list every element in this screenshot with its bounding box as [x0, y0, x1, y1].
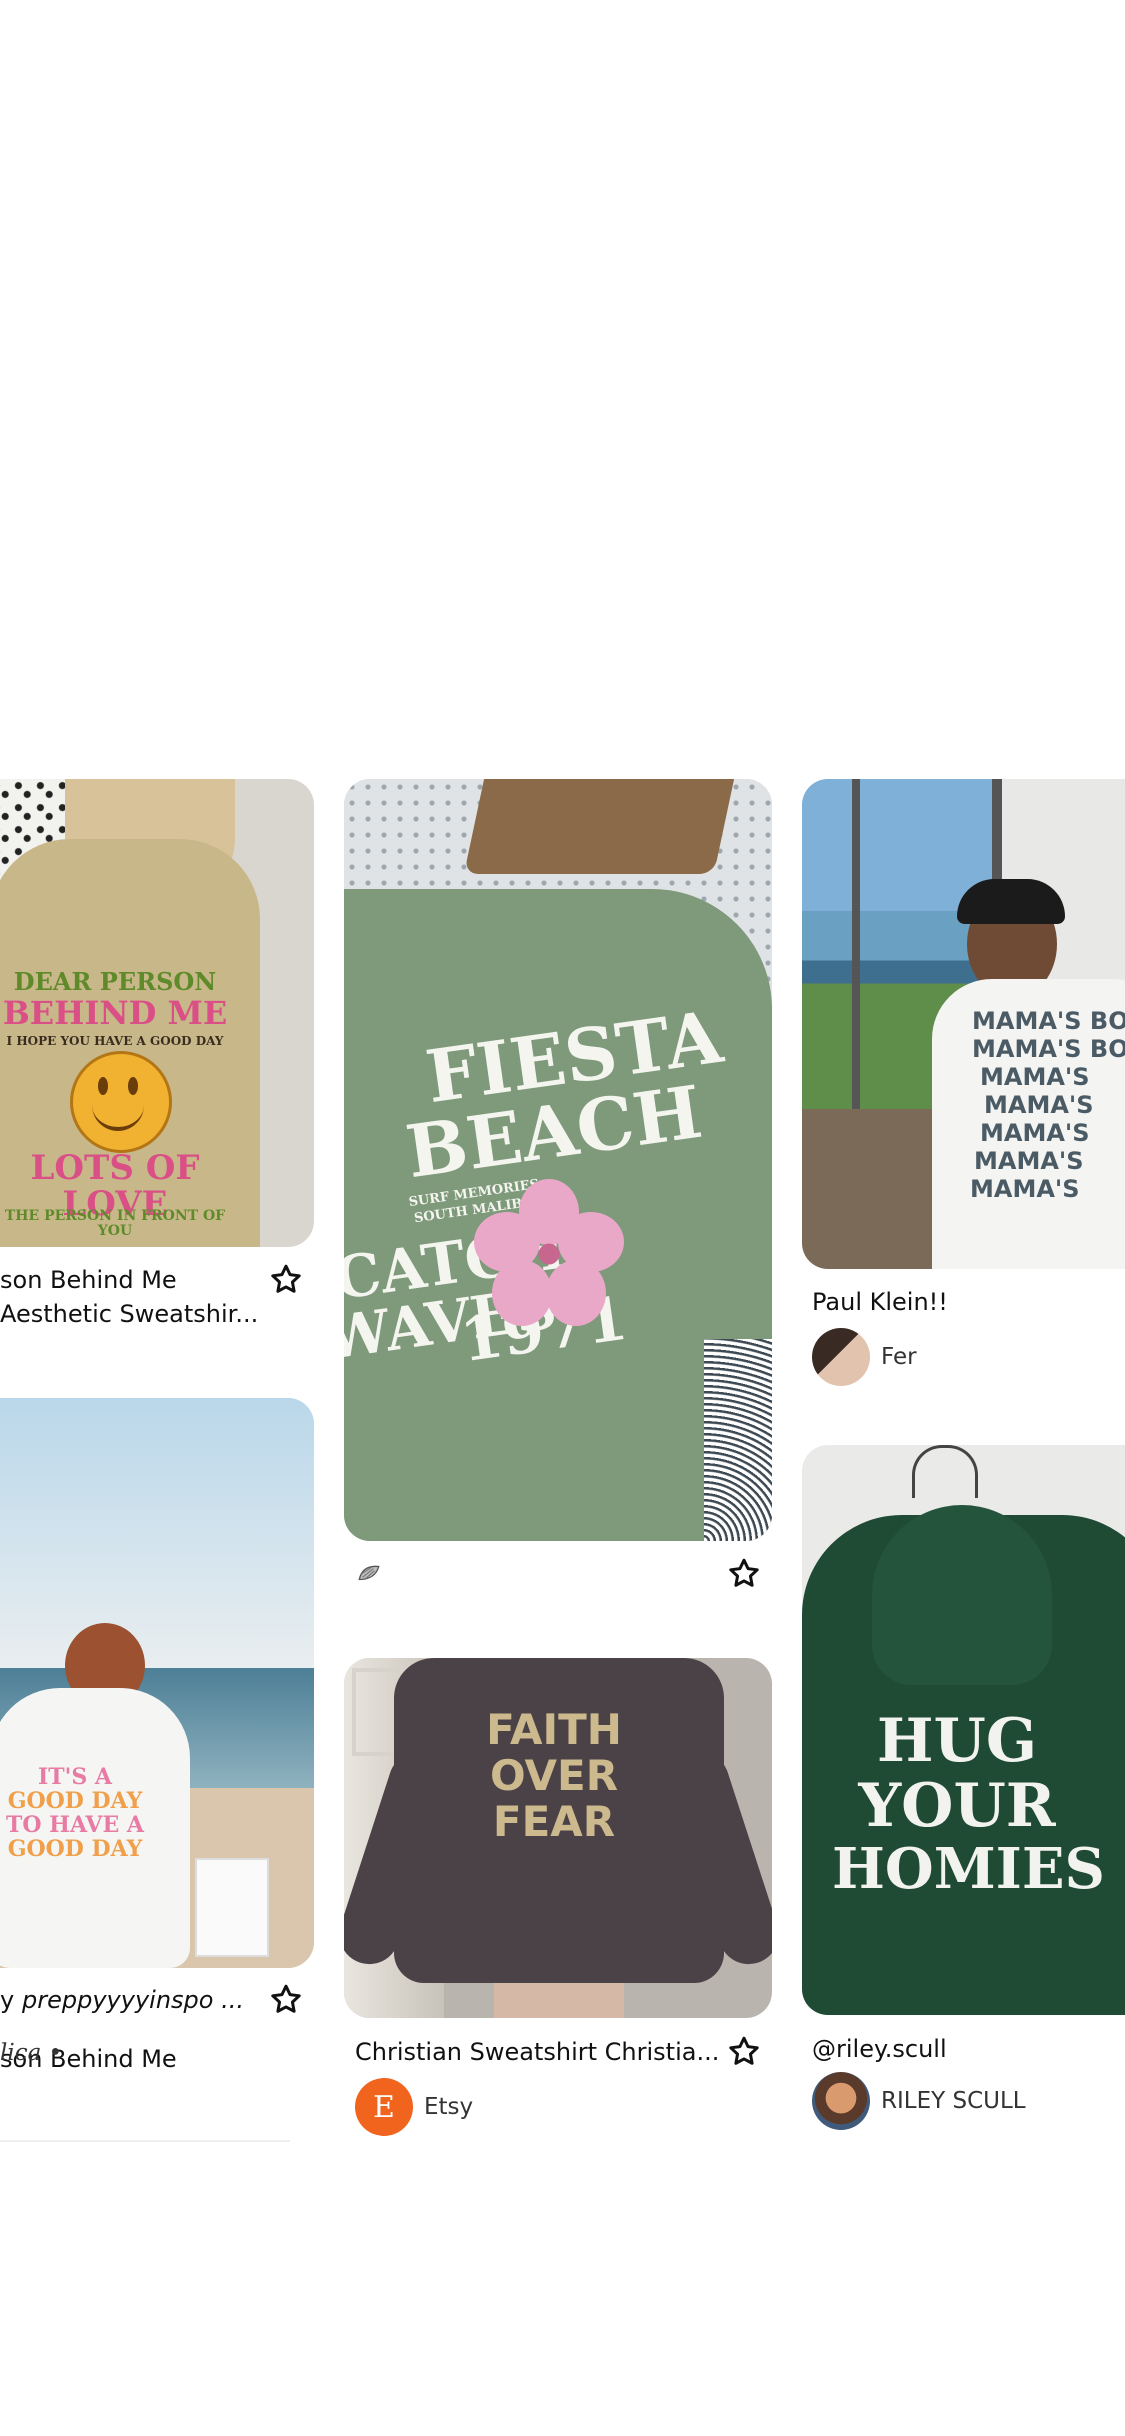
pin-user[interactable]: lica •: [0, 2040, 62, 2066]
pin-faith-over-fear-image[interactable]: FAITH OVER FEAR: [344, 1658, 772, 2018]
window-frame: [852, 779, 860, 1109]
wave-pattern: [704, 1339, 772, 1541]
tote-bag: [195, 1858, 269, 1957]
print-line: FAITH: [486, 1705, 622, 1754]
star-outline-icon[interactable]: [726, 1556, 762, 1592]
print-line: MAMA'S: [970, 1175, 1080, 1203]
smiley-eye: [128, 1077, 138, 1095]
print-line: GOOD DAY: [7, 1836, 143, 1862]
star-outline-icon[interactable]: [726, 2034, 762, 2070]
avatar[interactable]: [812, 1328, 870, 1386]
print-line: I HOPE YOU HAVE A GOOD DAY: [6, 1034, 224, 1048]
paper-bag: [463, 779, 735, 874]
print-line: IT'S A: [37, 1764, 112, 1790]
pin-fiesta-beach-image[interactable]: FIESTA BEACH SURF MEMORIES SOUTH MALIBU …: [344, 779, 772, 1541]
sky: [0, 1398, 314, 1668]
star-outline-icon[interactable]: [268, 1262, 304, 1298]
print-line: YOUR: [858, 1771, 1056, 1841]
legs: [494, 1983, 624, 2018]
print-line: GOOD DAY: [7, 1788, 143, 1814]
pin-user[interactable]: Etsy: [424, 2094, 473, 2120]
print-line: HUG: [876, 1706, 1038, 1776]
pin-dear-person[interactable]: DEAR PERSON BEHIND ME I HOPE YOU HAVE A …: [0, 779, 316, 2073]
pin-title[interactable]: preppyyyyinspo ...: [22, 1986, 244, 2014]
etsy-avatar[interactable]: E: [355, 2078, 413, 2136]
pin-user[interactable]: Fer: [881, 1344, 917, 1370]
pin-title[interactable]: Christian Sweatshirt Christia...: [355, 2038, 719, 2066]
print-line: FEAR: [492, 1797, 616, 1846]
print-line: MAMA'S BOY: [972, 1007, 1125, 1035]
etsy-logo-letter: E: [373, 2089, 395, 2125]
print-line: TO HAVE A: [5, 1812, 144, 1838]
hibiscus-icon: [474, 1179, 624, 1326]
pin-title-prefix: y: [0, 1986, 15, 2014]
pin-mamas-boy-image[interactable]: MAMA'S BOY MAMA'S BOY MAMA'S MAMA'S MAMA…: [802, 779, 1125, 1269]
shell-icon: [358, 1565, 380, 1581]
pin-title[interactable]: Paul Klein!!: [812, 1288, 948, 1316]
smiley-eye: [98, 1077, 108, 1095]
divider: [0, 2140, 290, 2142]
print-line: MAMA'S: [974, 1147, 1084, 1175]
star-outline-icon[interactable]: [268, 1982, 304, 2018]
pin-title[interactable]: @riley.scull: [812, 2035, 947, 2063]
avatar[interactable]: [812, 2072, 870, 2130]
print-line: MAMA'S: [980, 1063, 1090, 1091]
print-line: DEAR PERSON: [13, 967, 217, 996]
hanger-icon: [912, 1445, 978, 1498]
bandana: [957, 879, 1065, 924]
print-line: MAMA'S BOY: [972, 1035, 1125, 1063]
print-line: MAMA'S: [980, 1119, 1090, 1147]
pin-title-line1[interactable]: son Behind Me: [0, 1266, 177, 1294]
pin-good-day-image[interactable]: IT'S A GOOD DAY TO HAVE A GOOD DAY: [0, 1398, 314, 1968]
pin-title-line2[interactable]: Aesthetic Sweatshir...: [0, 1300, 258, 1328]
pin-image[interactable]: DEAR PERSON BEHIND ME I HOPE YOU HAVE A …: [0, 779, 314, 1247]
print-line: THE PERSON IN FRONT OF YOU: [4, 1208, 226, 1239]
print-line: MAMA'S: [984, 1091, 1094, 1119]
pin-user[interactable]: RILEY SCULL: [881, 2088, 1026, 2114]
hood: [872, 1505, 1052, 1685]
pin-hug-your-homies-image[interactable]: HUG YOUR HOMIES: [802, 1445, 1125, 2015]
print-line: BEHIND ME: [2, 994, 228, 1032]
print-line: HOMIES: [832, 1836, 1105, 1902]
print-line: OVER: [489, 1751, 619, 1800]
